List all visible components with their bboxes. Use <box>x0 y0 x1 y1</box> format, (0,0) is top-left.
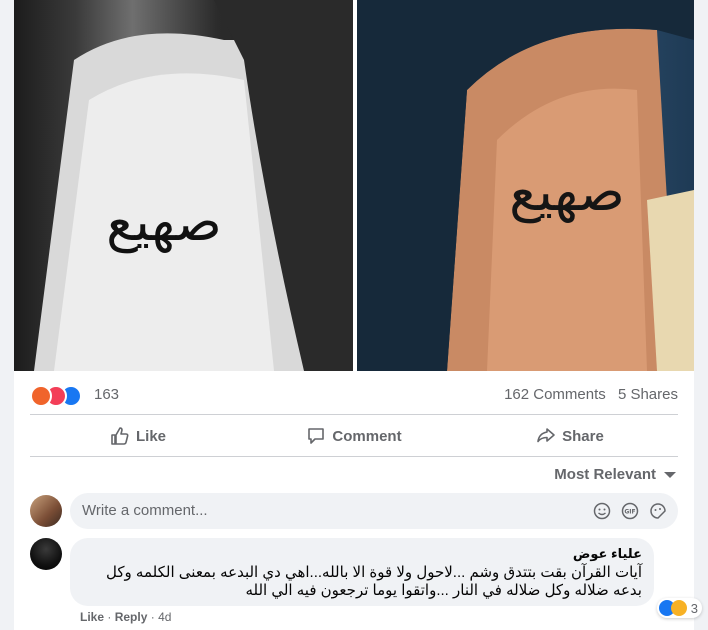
comment-reaction-count: 3 <box>690 600 698 616</box>
share-button[interactable]: Share <box>462 416 678 456</box>
avatar[interactable] <box>30 538 62 570</box>
comment-meta: Like · Reply · 4d <box>80 610 172 624</box>
emoji-icon[interactable] <box>592 501 612 521</box>
divider <box>30 456 678 457</box>
comment-placeholder: Write a comment... <box>82 502 208 519</box>
like-button[interactable]: Like <box>30 416 246 456</box>
divider <box>30 414 678 415</box>
comment-reactions[interactable]: 3 <box>656 598 702 618</box>
comment-like-link[interactable]: Like <box>80 610 104 624</box>
comment-author[interactable]: علياء عوض <box>573 546 642 562</box>
sort-label: Most Relevant <box>554 466 656 483</box>
tattoo-arm-image-bw: صهيع <box>34 0 353 371</box>
composer-icons: GIF <box>584 501 668 521</box>
reactions-summary: 163 162 Comments 5 Shares <box>30 383 678 407</box>
comment-timestamp[interactable]: 4d <box>158 610 171 624</box>
haha-reaction-icon <box>670 600 687 616</box>
post-stats: 162 Comments 5 Shares <box>504 386 678 403</box>
reaction-count[interactable]: 163 <box>94 386 119 403</box>
photo-left[interactable]: صهيع <box>14 0 353 371</box>
comment-text: آيات القرآن بقت بتتدق وشم ...لاحول ولا ق… <box>106 564 642 599</box>
comment-composer: Write a comment... GIF <box>30 493 678 529</box>
tattoo-arm-image-color: صهيع <box>357 0 694 371</box>
post-actions: Like Comment Share <box>30 416 678 456</box>
tattoo-text-right: صهيع <box>509 160 625 224</box>
comment-sort-dropdown[interactable]: Most Relevant <box>554 466 676 483</box>
comment-input[interactable]: Write a comment... GIF <box>70 493 678 529</box>
post-card: صهيع صهيع 163 162 Comments 5 Shares Like… <box>14 0 702 630</box>
gif-icon[interactable]: GIF <box>620 501 640 521</box>
comment-label: Comment <box>332 427 402 445</box>
avatar[interactable] <box>30 495 62 527</box>
photo-right[interactable]: صهيع <box>357 0 694 371</box>
svg-text:GIF: GIF <box>624 509 635 516</box>
comment-icon <box>308 428 325 444</box>
shares-count-link[interactable]: 5 Shares <box>618 386 678 403</box>
comments-count-link[interactable]: 162 Comments <box>504 386 606 403</box>
angry-reaction-icon <box>30 385 52 407</box>
comment-bubble: علياء عوض آيات القرآن بقت بتتدق وشم ...ل… <box>70 538 702 618</box>
share-icon <box>537 428 555 443</box>
like-icon <box>111 427 129 445</box>
post-photos[interactable]: صهيع صهيع <box>14 0 694 371</box>
tattoo-text-left: صهيع <box>106 190 222 254</box>
sticker-icon[interactable] <box>648 501 668 521</box>
like-label: Like <box>135 427 166 445</box>
share-label: Share <box>562 427 604 445</box>
caret-down-icon <box>664 471 676 478</box>
comment-button[interactable]: Comment <box>246 416 462 456</box>
comment-reply-link[interactable]: Reply <box>115 610 148 624</box>
